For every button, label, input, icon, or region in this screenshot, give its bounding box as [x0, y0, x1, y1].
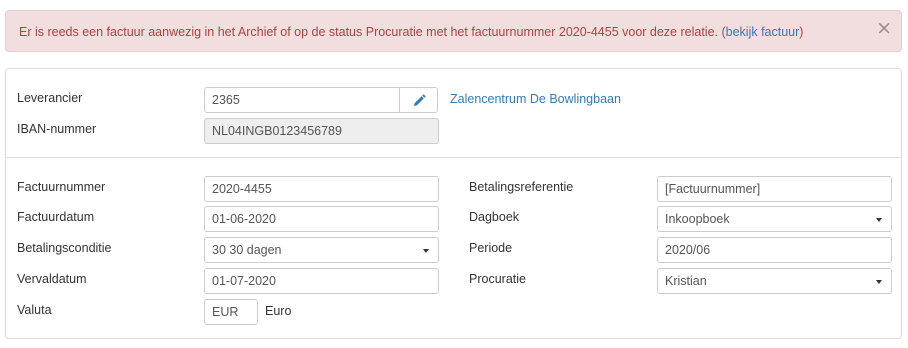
periode-input[interactable]: 2020/06: [657, 237, 892, 263]
caret-down-icon: [876, 218, 882, 222]
dagboek-label: Dagboek: [469, 210, 520, 224]
edit-leverancier-button[interactable]: [400, 87, 438, 113]
dagboek-select[interactable]: Inkoopboek: [657, 206, 892, 232]
iban-label: IBAN-nummer: [17, 122, 97, 136]
iban-input: NL04INGB0123456789: [204, 118, 439, 144]
factuurdatum-label: Factuurdatum: [17, 210, 95, 224]
invoice-form-panel: Leverancier 2365 Zalencentrum De Bowling…: [5, 68, 902, 339]
factuurnummer-input[interactable]: 2020-4455: [204, 176, 439, 202]
procuratie-value: Kristian: [665, 274, 707, 288]
caret-down-icon: [423, 249, 429, 253]
valuta-name: Euro: [265, 304, 292, 318]
vervaldatum-input[interactable]: 01-07-2020: [204, 268, 439, 294]
alert-message-text: Er is reeds een factuur aanwezig in het …: [19, 25, 726, 39]
procuratie-label: Procuratie: [469, 272, 526, 286]
pencil-icon: [414, 94, 426, 106]
leverancier-name-link[interactable]: Zalencentrum De Bowlingbaan: [450, 92, 621, 106]
betalingsreferentie-input[interactable]: [Factuurnummer]: [657, 176, 892, 202]
betalingsreferentie-label: Betalingsreferentie: [469, 180, 574, 194]
dagboek-value: Inkoopboek: [665, 212, 730, 226]
factuurdatum-input[interactable]: 01-06-2020: [204, 206, 439, 232]
vervaldatum-label: Vervaldatum: [17, 272, 87, 286]
betalingsconditie-select[interactable]: 30 30 dagen: [204, 237, 439, 263]
betalingsconditie-value: 30 30 dagen: [212, 243, 282, 257]
alert-message: Er is reeds een factuur aanwezig in het …: [19, 25, 803, 39]
alert-message-suffix: ): [799, 25, 804, 39]
view-invoice-link[interactable]: bekijk factuur: [726, 25, 800, 39]
valuta-label: Valuta: [17, 303, 52, 317]
periode-label: Periode: [469, 241, 513, 255]
section-divider: [6, 157, 901, 158]
procuratie-select[interactable]: Kristian: [657, 268, 892, 294]
caret-down-icon: [876, 280, 882, 284]
factuurnummer-label: Factuurnummer: [17, 180, 106, 194]
leverancier-label: Leverancier: [17, 91, 83, 105]
leverancier-input[interactable]: 2365: [204, 87, 400, 113]
duplicate-invoice-alert: Er is reeds een factuur aanwezig in het …: [5, 10, 902, 52]
betalingsconditie-label: Betalingsconditie: [17, 241, 112, 255]
valuta-input[interactable]: EUR: [204, 299, 258, 325]
close-icon[interactable]: ×: [876, 18, 892, 38]
